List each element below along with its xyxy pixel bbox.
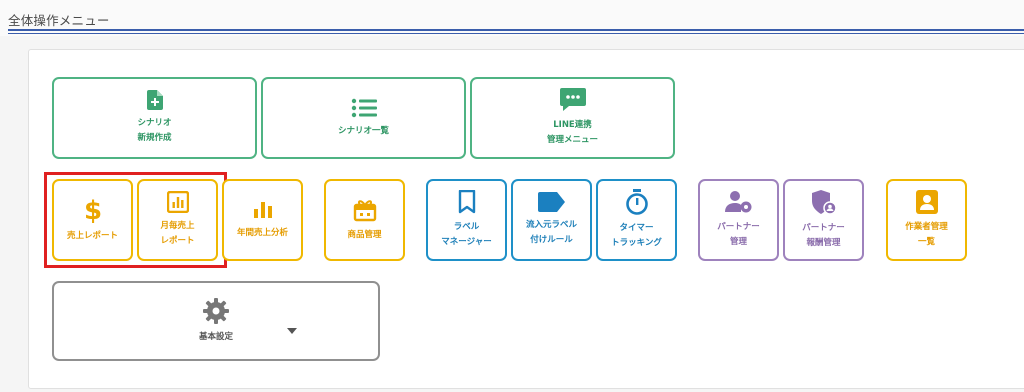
source-label-rule-button[interactable]: 流入元ラベル 付けルール — [511, 179, 592, 261]
shield-user-icon — [811, 189, 837, 219]
line-menu-button[interactable]: LINE連携 管理メニュー — [470, 77, 675, 159]
partner-management-button[interactable]: パートナー 管理 — [698, 179, 779, 261]
user-gear-icon — [724, 190, 753, 218]
label-manager-label: ラベル マネージャー — [441, 222, 492, 247]
page-header: 全体操作メニュー — [0, 0, 1024, 36]
tag-icon — [537, 192, 566, 216]
basic-settings-label: 基本設定 — [198, 331, 233, 342]
source-label-rule-label: 流入元ラベル 付けルール — [525, 220, 577, 245]
scenario-list-button[interactable]: シナリオ一覧 — [261, 77, 466, 159]
line-menu-label: LINE連携 管理メニュー — [546, 120, 598, 145]
bar-chart-icon — [252, 200, 274, 224]
annual-sales-analysis-label: 年間売上分析 — [236, 227, 288, 238]
file-plus-icon — [146, 90, 163, 114]
id-card-icon — [915, 190, 938, 218]
scenario-new-button[interactable]: シナリオ 新規作成 — [52, 77, 257, 159]
timer-tracking-button[interactable]: タイマー トラッキング — [596, 179, 677, 261]
label-manager-button[interactable]: ラベル マネージャー — [426, 179, 507, 261]
chat-icon — [559, 88, 586, 116]
partner-management-label: パートナー 管理 — [717, 222, 760, 247]
header-divider — [8, 29, 1024, 31]
scenario-list-label: シナリオ一覧 — [337, 125, 389, 136]
caret-down-icon[interactable] — [287, 328, 297, 334]
stopwatch-icon — [625, 189, 649, 219]
highlight-frame — [44, 172, 227, 268]
gear-icon — [203, 297, 229, 328]
partner-reward-button[interactable]: パートナー 報酬管理 — [783, 179, 864, 261]
scenario-new-label: シナリオ 新規作成 — [137, 118, 172, 143]
bookmark-icon — [458, 189, 476, 218]
header-divider-thin — [8, 33, 1024, 34]
annual-sales-analysis-button[interactable]: 年間売上分析 — [222, 179, 303, 261]
partner-reward-label: パートナー 報酬管理 — [802, 223, 845, 248]
worker-management-label: 作業者管理 一覧 — [905, 222, 948, 247]
list-icon — [351, 98, 377, 122]
product-management-label: 商品管理 — [347, 229, 382, 240]
gift-box-icon — [353, 198, 377, 226]
product-management-button[interactable]: 商品管理 — [324, 179, 405, 261]
timer-tracking-label: タイマー トラッキング — [611, 223, 662, 248]
worker-management-button[interactable]: 作業者管理 一覧 — [886, 179, 967, 261]
basic-settings-button[interactable]: 基本設定 — [52, 281, 380, 361]
page-title: 全体操作メニュー — [8, 13, 110, 28]
